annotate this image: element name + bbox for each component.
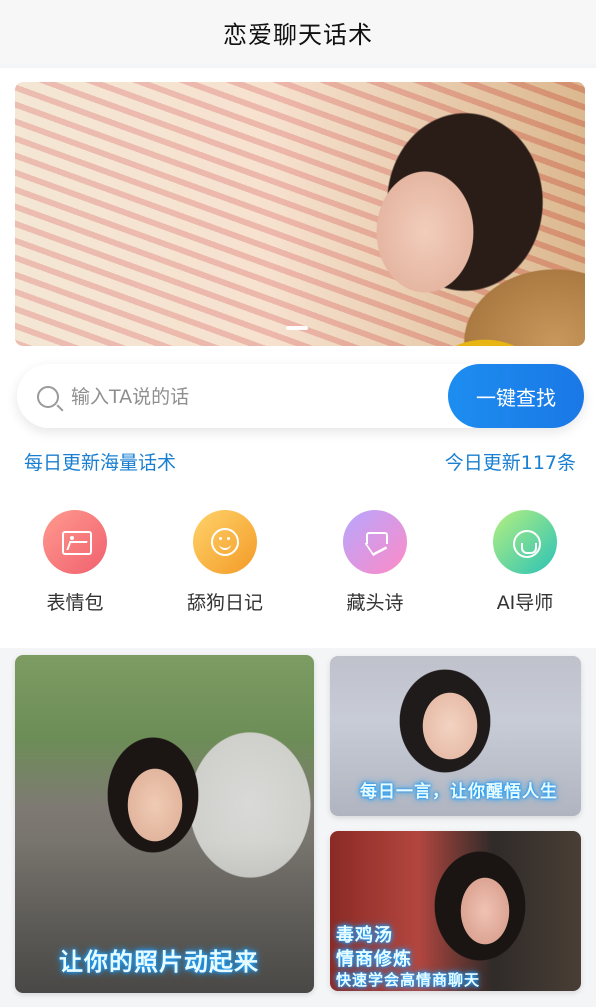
- feature-ai-tutor[interactable]: AI导师: [470, 510, 580, 615]
- page-title: 恋爱聊天话术: [223, 20, 373, 49]
- image-icon: [43, 510, 107, 574]
- feature-label: 舔狗日记: [186, 592, 263, 614]
- hero-banner[interactable]: [15, 82, 585, 346]
- feature-dog-diary[interactable]: 舔狗日记: [170, 510, 280, 615]
- feature-label: AI导师: [496, 592, 554, 614]
- top-bar: 恋爱聊天话术: [0, 0, 596, 64]
- smile-icon: [193, 510, 257, 574]
- search-input[interactable]: [69, 378, 443, 416]
- search-icon: [37, 386, 59, 408]
- card-caption-line-2: 情商修炼: [336, 949, 412, 970]
- banner-indicator[interactable]: [286, 326, 308, 330]
- info-row: 每日更新海量话术 今日更新117条: [24, 447, 576, 475]
- card-caption: 让你的照片动起来: [59, 948, 259, 976]
- feature-label: 藏头诗: [346, 592, 404, 614]
- search-bar: 一键查找: [17, 364, 584, 428]
- feature-label: 表情包: [46, 592, 104, 614]
- card-caption: 每日一言，让你醒悟人生: [360, 782, 558, 802]
- card-eq-training[interactable]: 毒鸡汤 情商修炼 快速学会高情商聊天: [330, 831, 581, 991]
- card-caption-line-3: 快速学会高情商聊天: [336, 971, 481, 989]
- card-photo-animate[interactable]: 让你的照片动起来: [15, 655, 314, 993]
- card-daily-quote[interactable]: 每日一言，让你醒悟人生: [330, 656, 581, 816]
- today-update-count: 今日更新117条: [444, 451, 576, 474]
- headset-icon: [493, 510, 557, 574]
- card-caption-line-1: 毒鸡汤: [336, 925, 393, 946]
- feature-acrostic-poem[interactable]: 藏头诗: [320, 510, 430, 615]
- feature-emoji-pack[interactable]: 表情包: [20, 510, 130, 615]
- gem-icon: [343, 510, 407, 574]
- daily-update-text: 每日更新海量话术: [24, 451, 177, 474]
- search-button[interactable]: 一键查找: [448, 364, 584, 428]
- feature-grid: 表情包 舔狗日记 藏头诗 AI导师: [0, 510, 596, 620]
